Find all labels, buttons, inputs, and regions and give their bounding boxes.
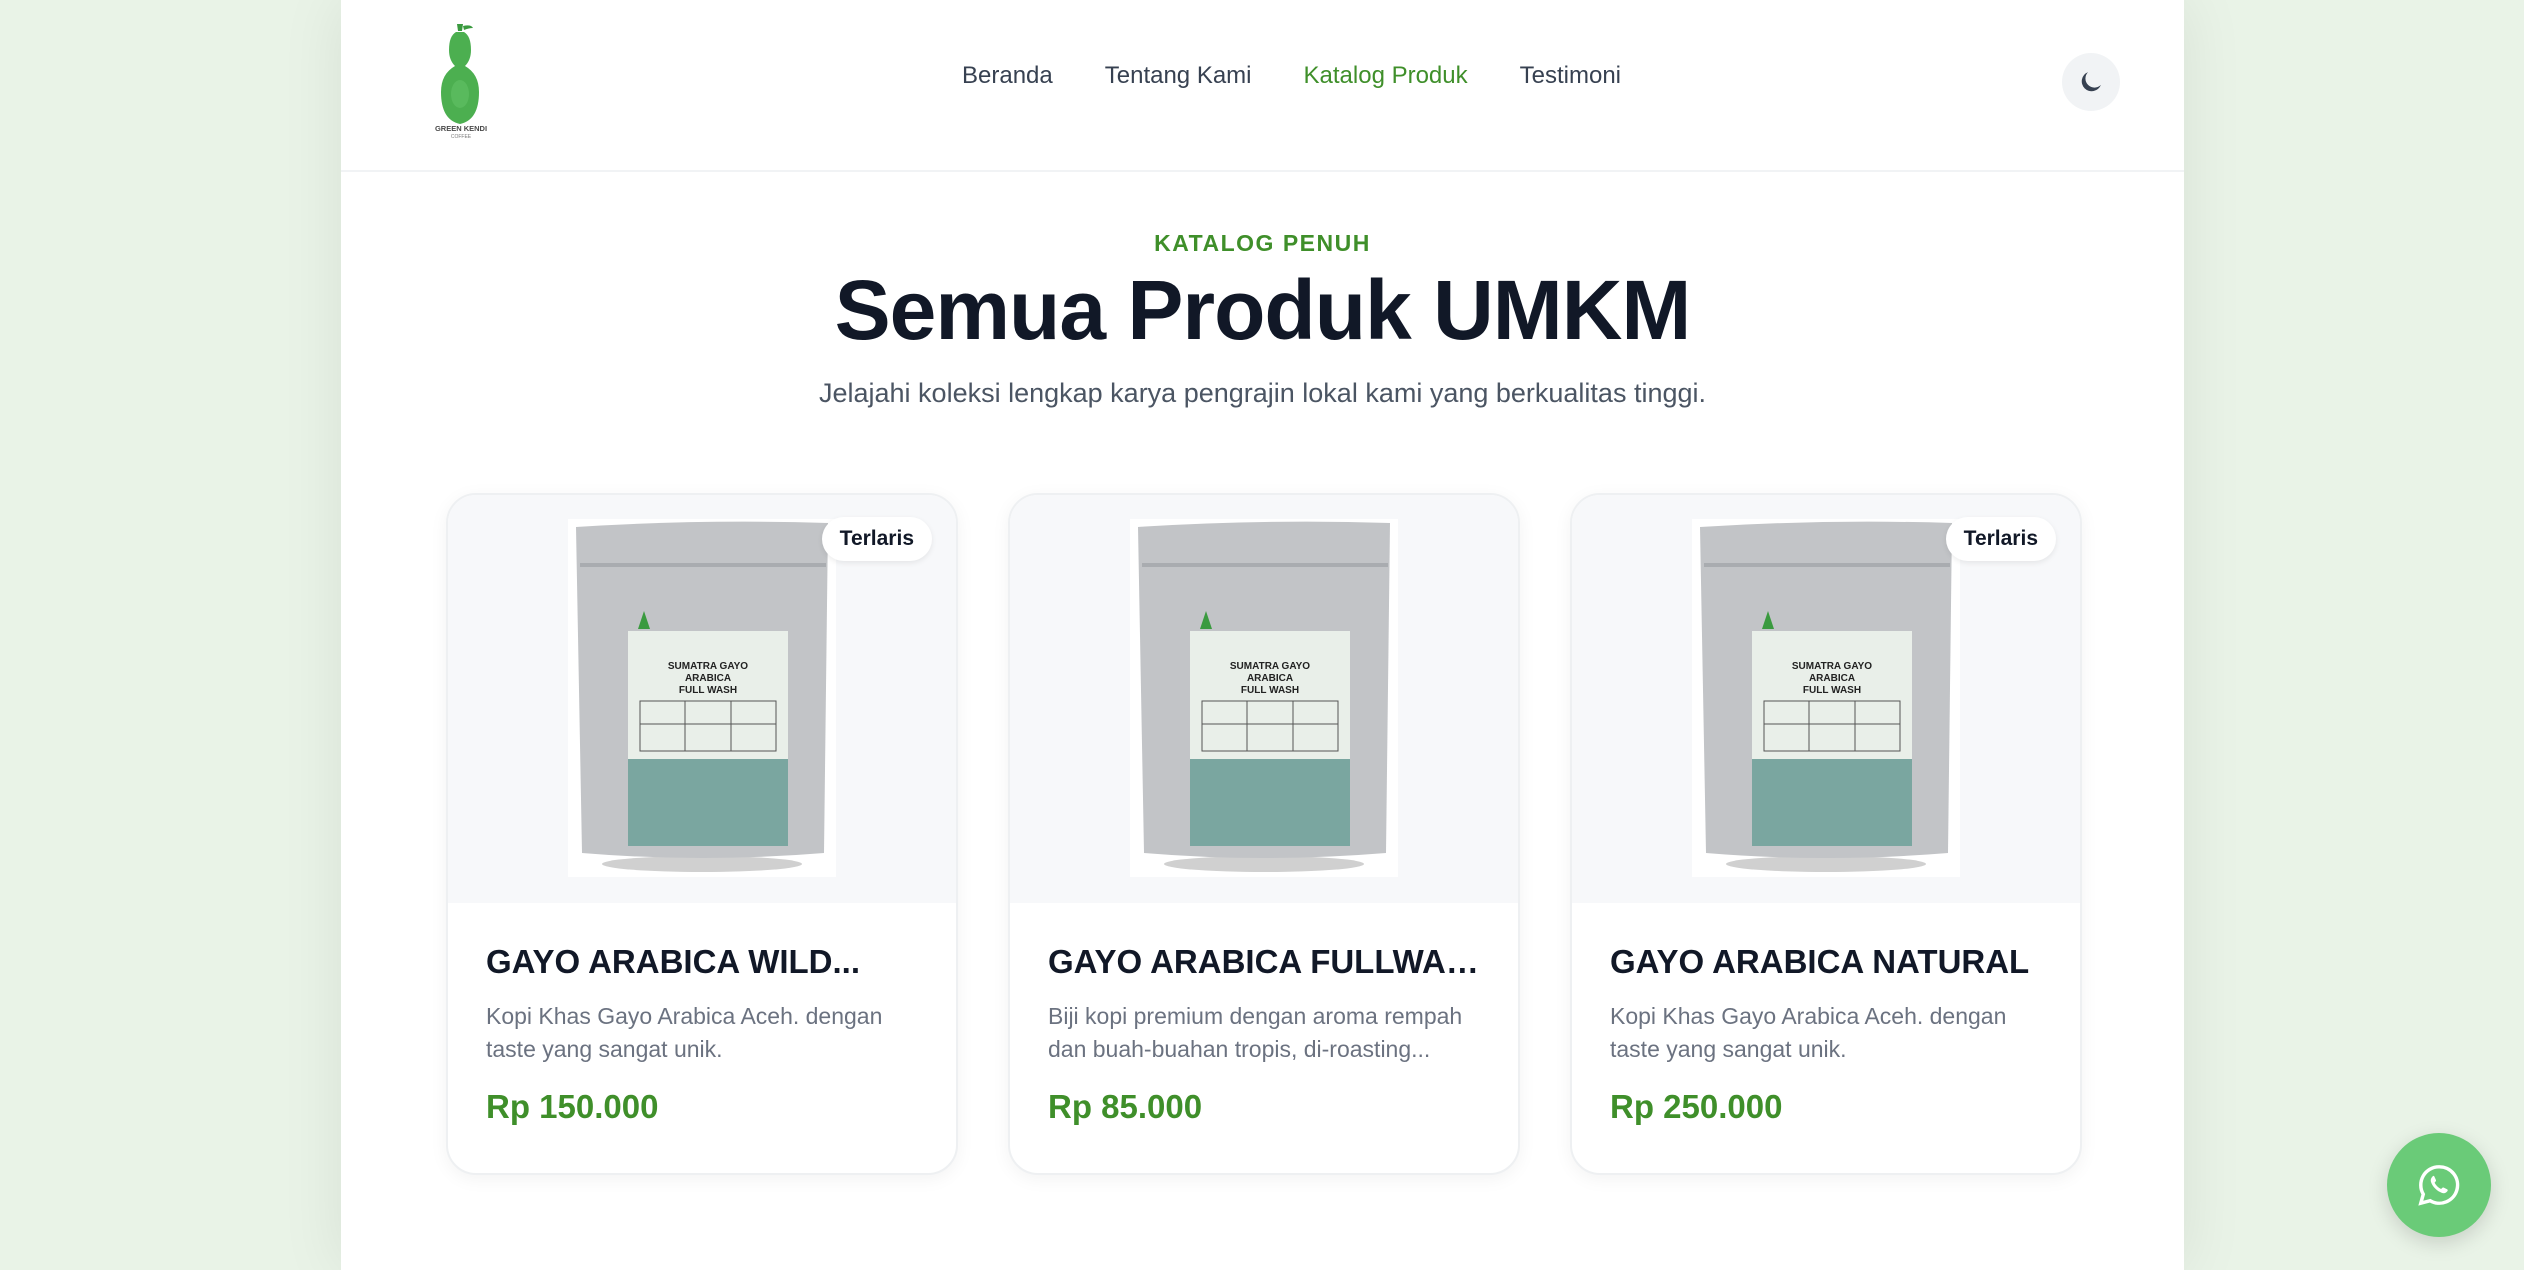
product-image: SUMATRA GAYO ARABICA FULL WASH — [568, 519, 836, 877]
site-header: GREEN KENDI COFFEE Beranda Tentang Kami … — [341, 0, 2184, 172]
product-description: Biji kopi premium dengan aroma rempah da… — [1048, 1003, 1463, 1062]
main-nav: Beranda Tentang Kami Katalog Produk Test… — [962, 62, 1621, 90]
product-image: SUMATRA GAYO ARABICA FULL WASH — [1692, 519, 1960, 877]
kendi-logo-icon: GREEN KENDI COFFEE — [435, 24, 487, 140]
moon-icon — [2081, 72, 2101, 92]
product-description: Kopi Khas Gayo Arabica Aceh. dengan tast… — [486, 1003, 883, 1062]
whatsapp-chat-button[interactable] — [2387, 1133, 2491, 1237]
product-media: SUMATRA GAYO ARABICA FULL WASH Terlaris — [448, 495, 956, 903]
brand-logo[interactable]: GREEN KENDI COFFEE — [427, 22, 495, 140]
theme-toggle-button[interactable] — [2062, 53, 2120, 111]
nav-item-testimoni[interactable]: Testimoni — [1520, 62, 1621, 90]
product-price: Rp 85.000 — [1048, 1088, 1203, 1125]
svg-text:COFFEE: COFFEE — [451, 134, 472, 140]
product-name: GAYO ARABICA FULLWASH — [1048, 943, 1484, 980]
svg-text:GREEN KENDI: GREEN KENDI — [435, 124, 487, 133]
product-media: SUMATRA GAYO ARABICA FULL WASH — [1010, 495, 1518, 903]
product-card[interactable]: SUMATRA GAYO ARABICA FULL WASH Terlaris … — [446, 493, 958, 1175]
page-container: GREEN KENDI COFFEE Beranda Tentang Kami … — [341, 0, 2184, 1270]
svg-text:SUMATRA GAYO: SUMATRA GAYO — [668, 661, 748, 672]
product-image: SUMATRA GAYO ARABICA FULL WASH — [1130, 519, 1398, 877]
nav-item-tentang-kami[interactable]: Tentang Kami — [1105, 62, 1252, 90]
bestseller-badge: Terlaris — [821, 517, 932, 561]
product-price: Rp 250.000 — [1610, 1088, 1783, 1125]
svg-text:FULL WASH: FULL WASH — [1241, 685, 1299, 696]
svg-text:SUMATRA GAYO: SUMATRA GAYO — [1792, 661, 1872, 672]
nav-item-katalog-produk[interactable]: Katalog Produk — [1304, 62, 1468, 90]
product-card[interactable]: SUMATRA GAYO ARABICA FULL WASH Terlaris … — [1570, 493, 2082, 1175]
svg-text:FULL WASH: FULL WASH — [1803, 685, 1861, 696]
bestseller-badge: Terlaris — [1945, 517, 2056, 561]
page-subtitle: Jelajahi koleksi lengkap karya pengrajin… — [819, 378, 1706, 408]
product-name: GAYO ARABICA WILD... — [486, 943, 861, 980]
product-card[interactable]: SUMATRA GAYO ARABICA FULL WASH GAYO ARAB… — [1008, 493, 1520, 1175]
product-description: Kopi Khas Gayo Arabica Aceh. dengan tast… — [1610, 1003, 2007, 1062]
svg-text:SUMATRA GAYO: SUMATRA GAYO — [1230, 661, 1310, 672]
product-media: SUMATRA GAYO ARABICA FULL WASH Terlaris — [1572, 495, 2080, 903]
product-price: Rp 150.000 — [486, 1088, 659, 1125]
svg-text:FULL WASH: FULL WASH — [679, 685, 737, 696]
svg-text:ARABICA: ARABICA — [1809, 673, 1855, 684]
svg-text:ARABICA: ARABICA — [685, 673, 731, 684]
page-title: Semua Produk UMKM — [834, 263, 1692, 357]
whatsapp-icon — [2418, 1165, 2460, 1206]
nav-item-beranda[interactable]: Beranda — [962, 62, 1053, 90]
section-eyebrow: KATALOG PENUH — [1154, 230, 1371, 256]
svg-text:ARABICA: ARABICA — [1247, 673, 1293, 684]
product-name: GAYO ARABICA NATURAL — [1610, 943, 2030, 980]
